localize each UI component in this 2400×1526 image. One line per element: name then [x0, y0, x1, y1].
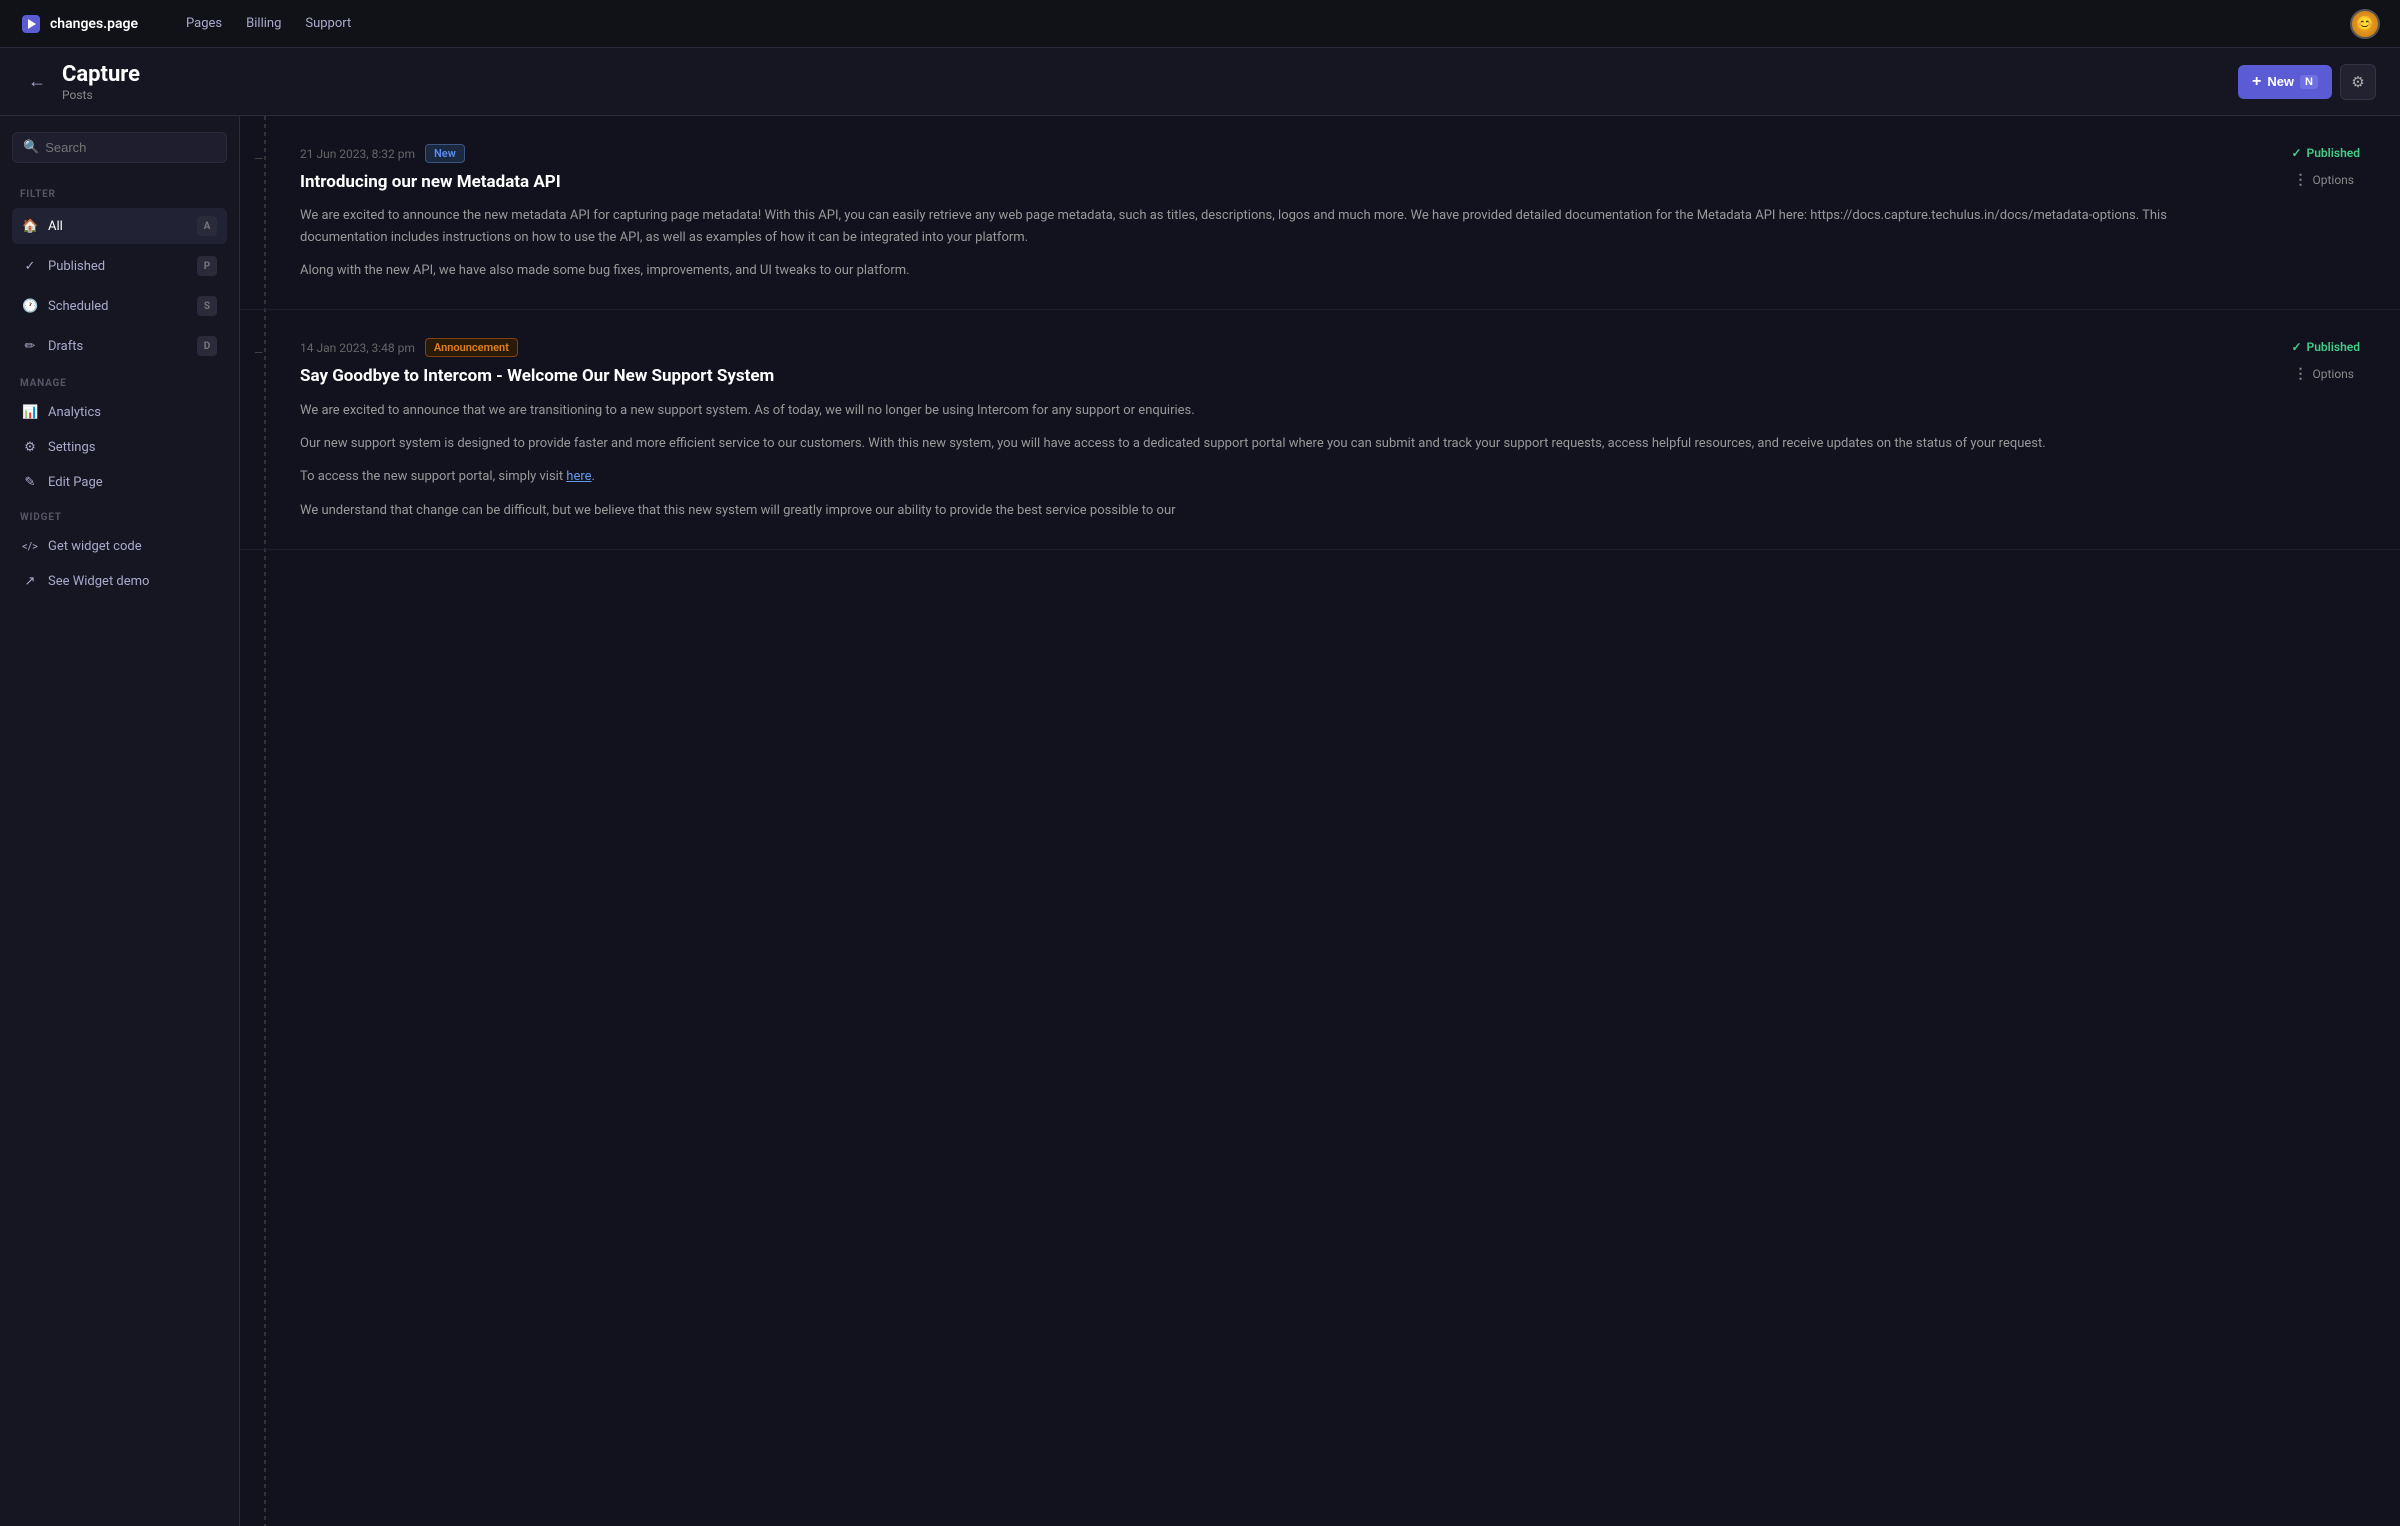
home-icon: 🏠	[22, 219, 38, 234]
nav-links: Pages Billing Support	[186, 16, 2318, 31]
post-paragraph: We are excited to announce that we are t…	[300, 400, 2210, 421]
search-box[interactable]: 🔍	[12, 132, 227, 163]
post-item: 14 Jan 2023, 3:48 pm Announcement Say Go…	[240, 310, 2400, 550]
post-date-2: 14 Jan 2023, 3:48 pm	[300, 341, 415, 355]
sidebar-item-edit-page-label: Edit Page	[48, 475, 217, 490]
status-label-1: Published	[2307, 146, 2360, 160]
sidebar-item-drafts[interactable]: ✏ Drafts D	[12, 328, 227, 364]
post-meta-2: 14 Jan 2023, 3:48 pm Announcement	[300, 338, 2210, 357]
settings-icon: ⚙	[22, 440, 38, 455]
sidebar-item-widget-code-label: Get widget code	[48, 539, 217, 554]
sidebar-item-drafts-label: Drafts	[48, 339, 187, 354]
sidebar-item-settings[interactable]: ⚙ Settings	[12, 432, 227, 463]
content-area: 21 Jun 2023, 8:32 pm New Introducing our…	[240, 116, 2400, 1526]
here-link[interactable]: here	[566, 469, 591, 484]
post-paragraph: Our new support system is designed to pr…	[300, 433, 2210, 454]
ellipsis-icon: ⋮	[2293, 366, 2307, 382]
options-label-1: Options	[2312, 173, 2354, 187]
sidebar-item-settings-label: Settings	[48, 440, 217, 455]
sidebar-item-scheduled-label: Scheduled	[48, 299, 187, 314]
options-label-2: Options	[2312, 367, 2354, 381]
post-title-2: Say Goodbye to Intercom - Welcome Our Ne…	[300, 365, 2210, 387]
sidebar-item-widget-demo-label: See Widget demo	[48, 574, 217, 589]
back-button[interactable]: ←	[24, 67, 50, 96]
header-actions: + New N ⚙	[2238, 64, 2376, 100]
sidebar-item-analytics-label: Analytics	[48, 405, 217, 420]
post-actions-2: ✓ Published ⋮ Options	[2230, 338, 2360, 521]
logo-icon	[20, 13, 42, 35]
filter-section-label: FILTER	[12, 179, 227, 204]
pencil-icon: ✏	[22, 339, 38, 354]
nav-billing[interactable]: Billing	[246, 16, 281, 31]
status-badge-2: ✓ Published	[2291, 340, 2360, 354]
post-item: 21 Jun 2023, 8:32 pm New Introducing our…	[240, 116, 2400, 310]
status-badge-1: ✓ Published	[2291, 146, 2360, 160]
settings-button[interactable]: ⚙	[2340, 64, 2376, 100]
post-paragraph: We are excited to announce the new metad…	[300, 205, 2210, 248]
widget-section-label: WIDGET	[12, 502, 227, 527]
edit-icon: ✎	[22, 475, 38, 490]
post-body-1: We are excited to announce the new metad…	[300, 205, 2210, 281]
post-paragraph: We understand that change can be difficu…	[300, 500, 2210, 521]
gear-icon: ⚙	[2351, 73, 2364, 91]
avatar[interactable]: 😊	[2350, 9, 2380, 39]
post-date-1: 21 Jun 2023, 8:32 pm	[300, 147, 415, 161]
page-title: Capture	[62, 62, 140, 87]
sidebar-item-widget-demo[interactable]: ↗ See Widget demo	[12, 566, 227, 597]
options-button-2[interactable]: ⋮ Options	[2287, 362, 2360, 386]
sidebar: 🔍 FILTER 🏠 All A ✓ Published P 🕐 Schedul…	[0, 116, 240, 1526]
sidebar-item-published-badge: P	[197, 256, 217, 276]
status-label-2: Published	[2307, 340, 2360, 354]
main-layout: 🔍 FILTER 🏠 All A ✓ Published P 🕐 Schedul…	[0, 116, 2400, 1526]
post-content-1: 21 Jun 2023, 8:32 pm New Introducing our…	[300, 144, 2210, 281]
sidebar-item-scheduled-badge: S	[197, 296, 217, 316]
post-actions-1: ✓ Published ⋮ Options	[2230, 144, 2360, 281]
new-button-label: New	[2267, 74, 2294, 89]
plus-icon: +	[2252, 73, 2261, 91]
post-body-2: We are excited to announce that we are t…	[300, 400, 2210, 522]
sidebar-item-drafts-badge: D	[197, 336, 217, 356]
sidebar-item-published-label: Published	[48, 259, 187, 274]
page-title-area: Capture Posts	[62, 62, 140, 102]
external-link-icon: ↗	[22, 574, 38, 589]
chart-icon: 📊	[22, 405, 38, 420]
sidebar-item-analytics[interactable]: 📊 Analytics	[12, 397, 227, 428]
sidebar-item-all[interactable]: 🏠 All A	[12, 208, 227, 244]
sidebar-item-all-badge: A	[197, 216, 217, 236]
nav-support[interactable]: Support	[305, 16, 351, 31]
manage-section-label: MANAGE	[12, 368, 227, 393]
sidebar-item-widget-code[interactable]: </> Get widget code	[12, 531, 227, 562]
page-subtitle: Posts	[62, 88, 140, 102]
check-icon: ✓	[22, 259, 38, 274]
search-icon: 🔍	[23, 140, 39, 155]
nav-pages[interactable]: Pages	[186, 16, 222, 31]
search-input[interactable]	[45, 140, 216, 155]
top-navigation: changes.page Pages Billing Support 😊	[0, 0, 2400, 48]
logo-area[interactable]: changes.page	[20, 13, 138, 35]
logo-text: changes.page	[50, 16, 138, 32]
sidebar-item-scheduled[interactable]: 🕐 Scheduled S	[12, 288, 227, 324]
sidebar-item-published[interactable]: ✓ Published P	[12, 248, 227, 284]
post-paragraph: To access the new support portal, simply…	[300, 466, 2210, 487]
sidebar-item-all-label: All	[48, 219, 187, 234]
code-icon: </>	[22, 540, 38, 553]
clock-icon: 🕐	[22, 299, 38, 314]
post-paragraph: Along with the new API, we have also mad…	[300, 260, 2210, 281]
post-title-1: Introducing our new Metadata API	[300, 171, 2210, 193]
ellipsis-icon: ⋮	[2293, 172, 2307, 188]
post-tag-1: New	[425, 144, 465, 163]
sidebar-item-edit-page[interactable]: ✎ Edit Page	[12, 467, 227, 498]
post-meta-1: 21 Jun 2023, 8:32 pm New	[300, 144, 2210, 163]
options-button-1[interactable]: ⋮ Options	[2287, 168, 2360, 192]
keyboard-shortcut: N	[2300, 75, 2318, 89]
page-header: ← Capture Posts + New N ⚙	[0, 48, 2400, 116]
post-content-2: 14 Jan 2023, 3:48 pm Announcement Say Go…	[300, 338, 2210, 521]
check-icon: ✓	[2291, 340, 2301, 354]
post-tag-2: Announcement	[425, 338, 518, 357]
check-icon: ✓	[2291, 146, 2301, 160]
new-button[interactable]: + New N	[2238, 65, 2332, 99]
